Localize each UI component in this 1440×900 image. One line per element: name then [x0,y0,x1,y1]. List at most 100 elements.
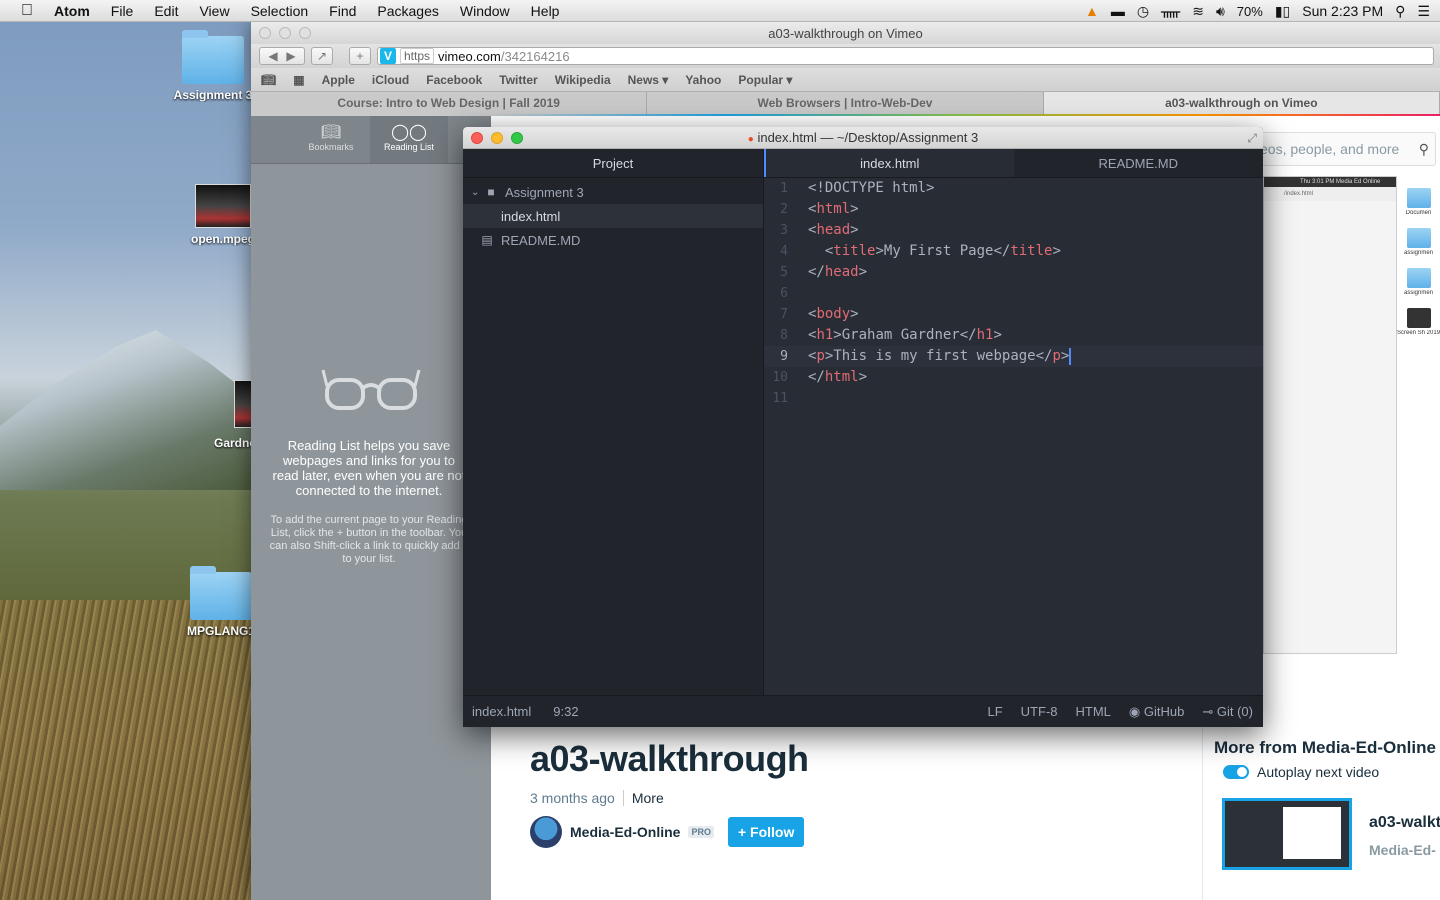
wifi-icon[interactable]: ≋ [1192,3,1204,20]
display-icon[interactable]: ▬ [1111,3,1125,19]
spotlight-search-icon[interactable]: ⚲ [1395,3,1405,20]
menu-window[interactable]: Window [460,3,510,19]
more-from-panel: More from Media-Ed-Online Autoplay next … [1202,720,1440,900]
atom-window-title: ● index.html — ~/Desktop/Assignment 3 [463,130,1263,145]
favorite-apple[interactable]: Apple [322,73,355,87]
menu-edit[interactable]: Edit [154,3,178,19]
video-frame-menubar: Thu 3:01 PM Media Ed Online [1264,177,1396,187]
favorite-yahoo[interactable]: Yahoo [685,73,721,87]
sidebar-tabs: 📖︎ Bookmarks ◯◯ Reading List [251,116,491,164]
vimeo-search-input[interactable]: eos, people, and more ⚲ [1251,132,1436,166]
line-number: 11 [772,391,788,406]
menu-app-name[interactable]: Atom [54,3,90,19]
tab-bookmarks-label: Bookmarks [308,142,354,152]
favorite-facebook[interactable]: Facebook [426,73,482,87]
notification-center-icon[interactable]: ☰ [1417,3,1430,20]
menu-help[interactable]: Help [531,3,560,19]
favorite-twitter[interactable]: Twitter [499,73,537,87]
line-number: 2 [780,202,788,217]
vlc-cone-icon[interactable]: ▲ [1085,3,1099,19]
code-line[interactable]: 9 <p>This is my first webpage</p> [764,346,1263,367]
tree-folder-assignment-3[interactable]: ⌄ ■ Assignment 3 [463,180,763,204]
favorite-popular[interactable]: Popular ▾ [738,73,792,87]
tab-course[interactable]: Course: Intro to Web Design | Fall 2019 [251,92,648,114]
top-sites-grid-icon[interactable]: ▦ [293,73,304,87]
author-name[interactable]: Media-Ed-Online [570,824,680,840]
video-frame-label: Screen Sh 2019-06...P [1397,330,1440,336]
status-git[interactable]: ⊸ Git (0) [1202,704,1253,720]
code-line[interactable]: 4 <title>My First Page</title> [764,241,1263,262]
fullscreen-icon[interactable]: ⤢ [1247,131,1257,146]
status-file-name[interactable]: index.html [472,704,531,719]
code-area[interactable]: 1 <!DOCTYPE html> 2 <html> 3 <head> 4 <title>M… [764,178,1263,409]
forward-arrow-icon[interactable]: ▶ [286,49,295,63]
tab-readme[interactable]: README.MD [1014,149,1264,177]
search-icon[interactable]: ⚲ [1419,141,1429,158]
code-line[interactable]: 11 [764,388,1263,409]
favorite-wikipedia[interactable]: Wikipedia [555,73,611,87]
status-github[interactable]: ◉ GitHub [1129,704,1184,720]
file-label: README.MD [501,232,581,248]
add-reading-list-button[interactable]: + [349,47,371,65]
tree-file-index-html[interactable]: index.html [463,204,763,228]
menu-view[interactable]: View [199,3,229,19]
next-video-author[interactable]: Media-Ed- [1369,842,1436,858]
line-source: <h1>Graham Gardner</h1> [808,327,1002,343]
search-placeholder: eos, people, and more [1260,141,1400,157]
apple-menu-icon[interactable]:  [16,0,38,22]
folder-icon [190,566,252,620]
address-bar[interactable]: V https vimeo.com/342164216 [377,47,1434,65]
next-video-thumbnail[interactable] [1222,798,1352,870]
code-line[interactable]: 3 <head> [764,220,1263,241]
editor-pane: index.html README.MD 1 <!DOCTYPE html> 2 <h… [764,149,1263,695]
code-line[interactable]: 5 </head> [764,262,1263,283]
status-cursor-position[interactable]: 9:32 [553,704,578,719]
tab-index-html[interactable]: index.html [764,149,1014,177]
line-source: <!DOCTYPE html> [808,180,935,196]
battery-icon[interactable]: ▮▯ [1275,3,1290,20]
back-arrow-icon[interactable]: ◀ [268,49,277,63]
menu-packages[interactable]: Packages [377,3,438,19]
code-line[interactable]: 10 </html> [764,367,1263,388]
avatar[interactable] [530,816,562,848]
menu-file[interactable]: File [111,3,134,19]
menu-find[interactable]: Find [329,3,356,19]
code-line[interactable]: 6 [764,283,1263,304]
bookmarks-book-icon[interactable]: 📖︎ [261,73,276,87]
status-grammar[interactable]: HTML [1076,704,1111,719]
desktop-icon-mpglang1[interactable]: MPGLANG1 [184,566,258,638]
favorite-icloud[interactable]: iCloud [372,73,409,87]
volume-icon[interactable]: 🔊︎ [1216,3,1225,20]
tab-reading-list[interactable]: ◯◯ Reading List [370,116,448,163]
reading-list-hint: To add the current page to your Reading … [269,514,469,565]
code-line[interactable]: 2 <html> [764,199,1263,220]
tree-header[interactable]: Project [463,149,763,178]
code-line[interactable]: 1 <!DOCTYPE html> [764,178,1263,199]
follow-button[interactable]: + Follow [727,817,805,847]
status-line-ending[interactable]: LF [988,704,1003,719]
glasses-icon: ◯◯ [391,124,427,141]
desktop-icon-open-mpeg[interactable]: open.mpeg [188,184,258,246]
more-link[interactable]: More [622,790,664,806]
next-video-title[interactable]: a03-walkt [1369,814,1440,832]
code-line[interactable]: 7 <body> [764,304,1263,325]
posted-time: 3 months ago [530,790,615,806]
share-button[interactable]: ↗ [311,47,333,65]
clock[interactable]: Sun 2:23 PM [1302,3,1383,19]
favorite-news[interactable]: News ▾ [628,73,669,87]
autoplay-toggle[interactable] [1223,765,1249,779]
back-forward-buttons[interactable]: ◀ ▶ [259,47,305,65]
tab-web-browsers[interactable]: Web Browsers | Intro-Web-Dev [647,92,1044,114]
menu-selection[interactable]: Selection [251,3,309,19]
code-line[interactable]: 8 <h1>Graham Gardner</h1> [764,325,1263,346]
tree-file-readme[interactable]: ▤ README.MD [463,228,763,252]
book-icon: ▤ [481,233,493,247]
desktop-icon-assignment-3[interactable]: Assignment 3 [168,30,258,102]
line-number: 3 [780,223,788,238]
tab-vimeo[interactable]: a03-walkthrough on Vimeo [1043,92,1440,114]
tab-bookmarks[interactable]: 📖︎ Bookmarks [292,116,370,163]
status-encoding[interactable]: UTF-8 [1021,704,1058,719]
line-number: 8 [780,328,788,343]
time-machine-icon[interactable]: ◷ [1137,3,1149,20]
bluetooth-icon[interactable]: ᚅ [1161,3,1180,20]
